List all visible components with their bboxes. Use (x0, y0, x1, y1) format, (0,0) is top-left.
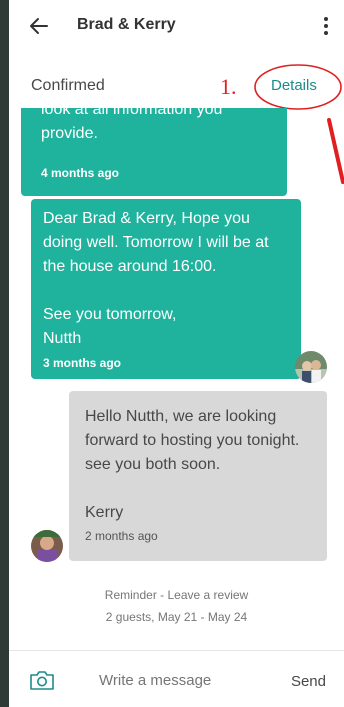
message-text: Dear Brad & Kerry, Hope you doing well. … (43, 210, 269, 347)
avatar[interactable] (31, 530, 63, 562)
message-input[interactable] (99, 672, 269, 689)
message-timestamp: 2 months ago (85, 529, 158, 543)
annotation-arrow (327, 118, 344, 184)
reservation-summary: 2 guests, May 21 - May 24 (105, 610, 248, 624)
app-bar: Brad & Kerry (9, 0, 344, 54)
message-timestamp: 4 months ago (41, 166, 120, 180)
message-composer: Send (9, 650, 344, 707)
conversation-title: Brad & Kerry (77, 16, 176, 33)
review-reminder[interactable]: Reminder - Leave a review (9, 588, 344, 602)
back-arrow-icon[interactable] (27, 14, 51, 38)
message-timestamp: 3 months ago (43, 356, 122, 370)
message-text: Hello Nutth, we are looking forward to h… (85, 408, 300, 521)
reservation-status: Confirmed (31, 77, 105, 94)
chat-screen: Brad & Kerry Confirmed 1. Details look a… (9, 0, 344, 707)
message-bubble-host: Dear Brad & Kerry, Hope you doing well. … (31, 199, 301, 379)
reservation-status-bar: Confirmed 1. Details (9, 53, 344, 110)
send-button[interactable]: Send (291, 673, 326, 690)
message-bubble-host: look at all information you provide. 4 m… (21, 108, 287, 196)
message-bubble-guest: Hello Nutth, we are looking forward to h… (69, 391, 327, 561)
details-link[interactable]: Details (271, 77, 317, 94)
avatar[interactable] (295, 351, 327, 383)
message-text: look at all information you provide. (41, 108, 223, 142)
camera-icon[interactable] (29, 669, 55, 691)
annotation-number: 1. (220, 74, 237, 99)
more-options-icon[interactable] (322, 15, 330, 37)
